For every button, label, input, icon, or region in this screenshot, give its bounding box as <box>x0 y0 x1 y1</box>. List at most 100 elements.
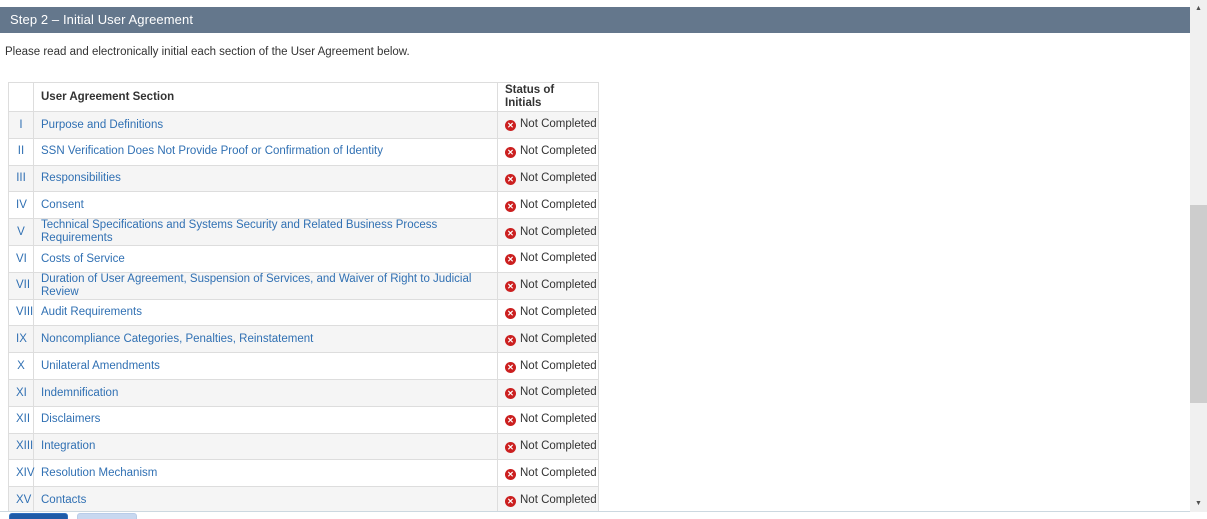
status-cell: ✕Not Completed <box>498 272 599 299</box>
section-link[interactable]: Resolution Mechanism <box>41 467 157 479</box>
table-row: IISSN Verification Does Not Provide Proo… <box>9 138 599 165</box>
row-numeral: VI <box>9 245 34 272</box>
row-numeral: XIV <box>9 460 34 487</box>
row-numeral: VIII <box>9 299 34 326</box>
status-cell: ✕Not Completed <box>498 299 599 326</box>
section-cell: Purpose and Definitions <box>34 112 498 139</box>
table-row: I Purpose and Definitions ✕ Not Completed <box>9 112 599 139</box>
section-link[interactable]: Responsibilities <box>41 172 121 184</box>
scrollbar-thumb[interactable] <box>1190 205 1207 403</box>
table-row: VI Costs of Service ✕ Not Completed <box>9 245 599 272</box>
table-row: XV Contacts ✕Not Completed <box>9 487 599 512</box>
status-cell: ✕ Not Completed <box>498 460 599 487</box>
section-link[interactable]: SSN Verification Does Not Provide Proof … <box>41 145 383 157</box>
section-link[interactable]: Audit Requirements <box>41 306 142 318</box>
status-cell: ✕ Not Completed <box>498 406 599 433</box>
not-completed-icon: ✕ <box>505 228 516 239</box>
section-link[interactable]: Disclaimers <box>41 413 100 425</box>
section-link[interactable]: Purpose and Definitions <box>41 119 163 131</box>
section-link[interactable]: Consent <box>41 199 84 211</box>
table-row: XI Indemnification ✕ Not Completed <box>9 379 599 406</box>
section-cell: Indemnification <box>34 379 498 406</box>
table-row: IV Consent ✕Not Completed <box>9 192 599 219</box>
step-header-bar: Step 2 – Initial User Agreement <box>0 7 1190 33</box>
page: Step 2 – Initial User Agreement Please r… <box>0 0 1207 519</box>
status-text: Not Completed <box>520 440 597 452</box>
row-numeral: IX <box>9 326 34 353</box>
section-cell: Disclaimers <box>34 406 498 433</box>
scroll-down-arrow[interactable]: ▼ <box>1190 495 1207 512</box>
section-cell: Unilateral Amendments <box>34 353 498 380</box>
section-link[interactable]: Integration <box>41 440 95 452</box>
not-completed-icon: ✕ <box>505 335 516 346</box>
row-numeral: IV <box>9 192 34 219</box>
status-cell: ✕Not Completed <box>498 165 599 192</box>
row-numeral: VII <box>9 272 34 299</box>
status-text: Not Completed <box>520 467 597 479</box>
section-link[interactable]: Duration of User Agreement, Suspension o… <box>41 273 471 298</box>
section-link[interactable]: Costs of Service <box>41 253 125 265</box>
status-cell: ✕ Not Completed <box>498 245 599 272</box>
status-column-header: Status of Initials <box>498 83 599 112</box>
table-row: IIIResponsibilities✕Not Completed <box>9 165 599 192</box>
not-completed-icon: ✕ <box>505 254 516 265</box>
step-title: Step 2 – Initial User Agreement <box>10 12 193 27</box>
section-cell: Duration of User Agreement, Suspension o… <box>34 272 498 299</box>
table-row: VIII Audit Requirements ✕Not Completed <box>9 299 599 326</box>
secondary-button-partial[interactable] <box>77 513 137 519</box>
status-text: Not Completed <box>520 199 597 211</box>
vertical-scrollbar[interactable]: ▲ ▼ <box>1190 0 1207 512</box>
status-text: Not Completed <box>520 172 597 184</box>
not-completed-icon: ✕ <box>505 388 516 399</box>
section-link[interactable]: Indemnification <box>41 387 118 399</box>
table-row: X Unilateral Amendments ✕Not Completed <box>9 353 599 380</box>
section-cell: Contacts <box>34 487 498 512</box>
table-row: IX Noncompliance Categories, Penalties, R… <box>9 326 599 353</box>
status-text: Not Completed <box>520 226 597 238</box>
section-column-header: User Agreement Section <box>34 83 498 112</box>
section-cell: SSN Verification Does Not Provide Proof … <box>34 138 498 165</box>
status-text: Not Completed <box>520 252 597 264</box>
table-row: XII Disclaimers ✕ Not Completed <box>9 406 599 433</box>
scroll-up-arrow[interactable]: ▲ <box>1190 0 1207 17</box>
section-cell: Audit Requirements <box>34 299 498 326</box>
table-row: XIIIIntegration✕Not Completed <box>9 433 599 460</box>
table-row: VII Duration of User Agreement, Suspensio… <box>9 272 599 299</box>
row-numeral: XII <box>9 406 34 433</box>
not-completed-icon: ✕ <box>505 120 516 131</box>
status-text: Not Completed <box>520 413 597 425</box>
section-cell: Responsibilities <box>34 165 498 192</box>
section-link[interactable]: Technical Specifications and Systems Sec… <box>41 219 437 244</box>
status-text: Not Completed <box>520 118 597 130</box>
row-numeral: XIII <box>9 433 34 460</box>
status-cell: ✕Not Completed <box>498 487 599 512</box>
row-numeral: I <box>9 112 34 139</box>
section-link[interactable]: Noncompliance Categories, Penalties, Rei… <box>41 333 313 345</box>
status-text: Not Completed <box>520 360 597 372</box>
table-row: VTechnical Specifications and Systems Se… <box>9 219 599 246</box>
not-completed-icon: ✕ <box>505 308 516 319</box>
section-cell: Consent <box>34 192 498 219</box>
section-link[interactable]: Contacts <box>41 494 86 506</box>
section-cell: Resolution Mechanism <box>34 460 498 487</box>
not-completed-icon: ✕ <box>505 415 516 426</box>
not-completed-icon: ✕ <box>505 496 516 507</box>
numeral-column-header <box>9 83 34 112</box>
not-completed-icon: ✕ <box>505 469 516 480</box>
instruction-text: Please read and electronically initial e… <box>5 46 410 58</box>
table-header-row: User Agreement Section Status of Initial… <box>9 83 599 112</box>
agreement-pane: Step 2 – Initial User Agreement Please r… <box>0 0 1190 512</box>
status-cell: ✕Not Completed <box>498 353 599 380</box>
section-cell: Costs of Service <box>34 245 498 272</box>
section-cell: Technical Specifications and Systems Sec… <box>34 219 498 246</box>
status-text: Not Completed <box>520 386 597 398</box>
agreement-table: User Agreement Section Status of Initial… <box>8 82 599 512</box>
row-numeral: X <box>9 353 34 380</box>
agreement-table-body: IPurpose and Definitions✕Not CompletedII… <box>9 112 599 513</box>
section-cell: Integration <box>34 433 498 460</box>
section-link[interactable]: Unilateral Amendments <box>41 360 160 372</box>
row-numeral: XV <box>9 487 34 512</box>
primary-button-partial[interactable] <box>9 513 68 519</box>
row-numeral: XI <box>9 379 34 406</box>
status-cell: ✕Not Completed <box>498 192 599 219</box>
